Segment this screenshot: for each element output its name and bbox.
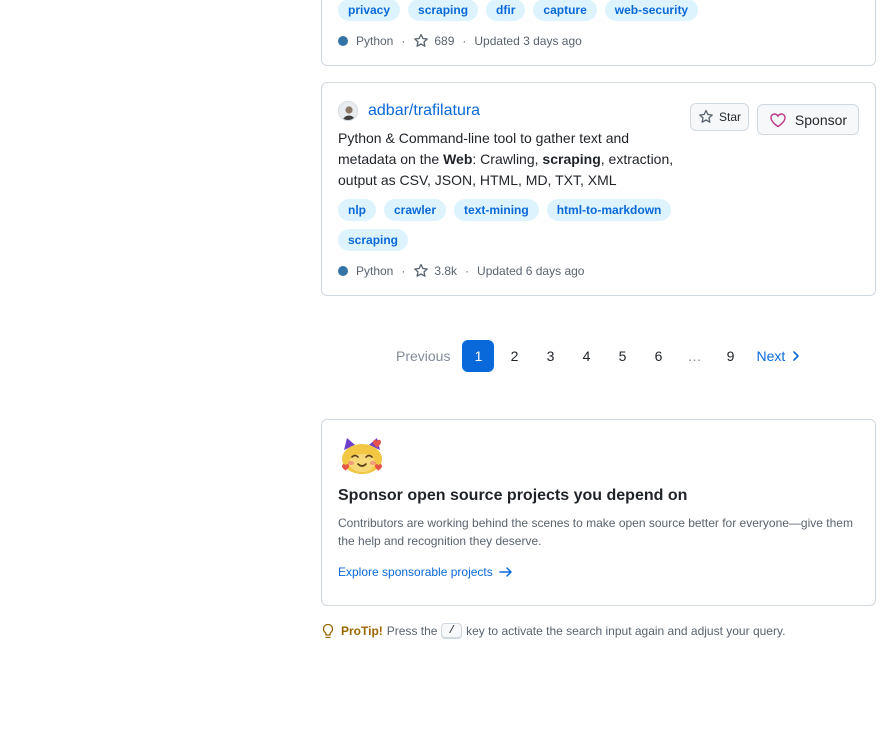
sponsor-promo-title: Sponsor open source projects you depend … — [338, 487, 688, 504]
chevron-right-icon — [793, 351, 800, 361]
protip-text-after: key to activate the search input again a… — [466, 624, 786, 638]
page-9-button[interactable]: 9 — [714, 340, 746, 372]
explore-sponsorable-link[interactable]: Explore sponsorable projects — [338, 565, 513, 579]
explore-sponsorable-label: Explore sponsorable projects — [338, 565, 493, 579]
page-1-button[interactable]: 1 — [462, 340, 495, 372]
meta-separator: · — [401, 34, 406, 48]
star-button[interactable]: Star — [690, 103, 749, 131]
page-5-button[interactable]: 5 — [606, 340, 638, 372]
search-result-card: adbar/trafilatura Python & Command-line … — [321, 82, 876, 296]
language-color-dot — [338, 266, 348, 276]
topic-tag[interactable]: nlp — [338, 199, 376, 221]
repo-description: Python & Command-line tool to gather tex… — [338, 130, 674, 188]
topic-tag[interactable]: html-to-markdown — [546, 199, 672, 221]
next-page-button[interactable]: Next — [750, 340, 807, 372]
protip-text-before: Press the — [386, 624, 438, 638]
topic-tag[interactable]: dfir — [486, 0, 526, 21]
topic-tag[interactable]: capture — [533, 0, 597, 21]
star-icon[interactable] — [413, 33, 429, 49]
star-icon[interactable] — [413, 263, 429, 279]
star-count[interactable]: 3.8k — [434, 264, 457, 278]
page-2-button[interactable]: 2 — [498, 340, 530, 372]
topic-tag[interactable]: scraping — [338, 229, 409, 251]
arrow-right-icon — [499, 567, 512, 577]
language-label: Python — [356, 264, 394, 278]
topic-tag[interactable]: crawler — [384, 199, 447, 221]
lightbulb-icon — [322, 623, 334, 639]
topic-list: privacy scraping dfir capture web-securi… — [338, 0, 699, 21]
topic-tag[interactable]: scraping — [408, 0, 479, 21]
repo-meta: Python · 3.8k · Updated 6 days ago — [338, 263, 584, 279]
meta-separator: · — [462, 34, 467, 48]
star-count[interactable]: 689 — [434, 34, 454, 48]
topic-list: nlp crawler text-mining html-to-markdown… — [338, 199, 678, 251]
slash-key-hint: / — [441, 623, 463, 639]
topic-tag[interactable]: web-security — [604, 0, 699, 21]
repo-link[interactable]: adbar/trafilatura — [368, 102, 480, 120]
pagination: Previous 1 2 3 4 5 6 … 9 Next — [388, 340, 811, 372]
language-color-dot — [338, 36, 348, 46]
heart-icon — [770, 112, 786, 127]
mona-cat-hearts-icon — [342, 438, 382, 474]
repo-meta: Python · 689 · Updated 3 days ago — [338, 33, 582, 49]
meta-separator: · — [465, 264, 470, 278]
protip-label: ProTip! — [341, 624, 383, 638]
updated-label: Updated 3 days ago — [474, 34, 582, 48]
star-button-label: Star — [718, 110, 741, 124]
topic-tag[interactable]: privacy — [338, 0, 401, 21]
sponsor-button[interactable]: Sponsor — [757, 104, 859, 135]
updated-label: Updated 6 days ago — [477, 264, 585, 278]
protip: ProTip! Press the / key to activate the … — [321, 623, 785, 639]
page-4-button[interactable]: 4 — [570, 340, 602, 372]
page-3-button[interactable]: 3 — [534, 340, 566, 372]
search-result-card: privacy scraping dfir capture web-securi… — [321, 0, 876, 66]
language-label: Python — [356, 34, 394, 48]
owner-avatar[interactable] — [338, 101, 358, 121]
sponsor-promo-text: Contributors are working behind the scen… — [338, 516, 853, 548]
topic-tag[interactable]: text-mining — [454, 199, 539, 221]
sponsor-promo-card: Sponsor open source projects you depend … — [321, 419, 876, 606]
meta-separator: · — [401, 264, 406, 278]
star-icon — [699, 109, 713, 123]
repo-header: adbar/trafilatura — [338, 101, 480, 121]
sponsor-button-label: Sponsor — [794, 111, 848, 128]
page-6-button[interactable]: 6 — [642, 340, 674, 372]
pagination-ellipsis: … — [687, 348, 702, 364]
previous-page-button: Previous — [396, 348, 451, 364]
next-page-label: Next — [756, 348, 786, 364]
